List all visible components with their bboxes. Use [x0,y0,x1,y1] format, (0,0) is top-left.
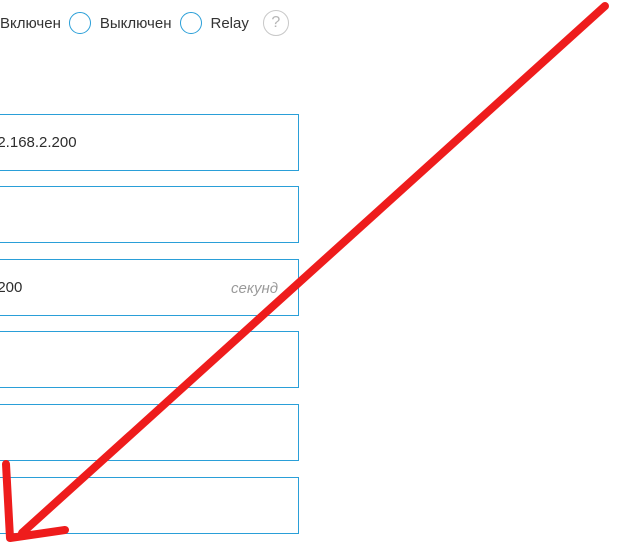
help-icon[interactable]: ? [262,10,289,36]
radio-relay[interactable] [179,12,202,34]
second-field[interactable] [0,186,299,243]
second-input[interactable] [0,187,298,242]
lease-time-field[interactable]: секунд [0,259,299,316]
fifth-field[interactable] [0,404,299,461]
lease-time-unit: секунд [231,280,278,297]
ip-address-field[interactable] [0,114,299,171]
ip-address-input[interactable] [0,115,298,170]
fourth-field[interactable] [0,331,299,388]
sixth-input[interactable] [0,478,298,533]
radio-disabled[interactable] [68,12,91,34]
fourth-input[interactable] [0,332,298,387]
radio-disabled-label[interactable]: Выключен [100,15,172,32]
fifth-input[interactable] [0,405,298,460]
dhcp-mode-radio-group: Включен Выключен Relay ? [0,8,289,38]
dhcp-settings-panel: Включен Выключен Relay ? секунд [0,0,618,545]
radio-enabled-label[interactable]: Включен [0,15,61,32]
sixth-field[interactable] [0,477,299,534]
radio-relay-label[interactable]: Relay [211,15,249,32]
